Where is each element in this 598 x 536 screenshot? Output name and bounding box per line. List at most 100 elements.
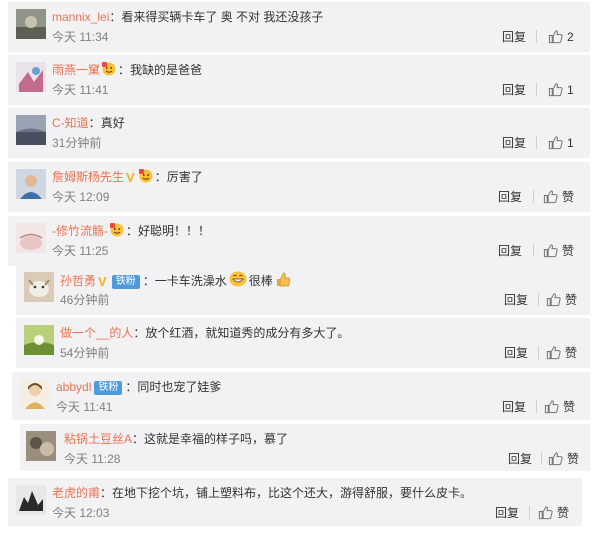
avatar[interactable] [24, 272, 54, 302]
reply-button[interactable]: 回复 [502, 135, 526, 151]
avatar[interactable] [16, 115, 46, 145]
avatar[interactable] [16, 485, 46, 515]
comment-text: 真好 [100, 116, 125, 130]
avatar[interactable] [16, 223, 46, 253]
fan-badge: 铁粉 [94, 381, 123, 395]
thumbs-up-icon [546, 345, 561, 360]
username-link[interactable]: mannix_lei [52, 10, 109, 24]
divider [541, 452, 542, 465]
like-button[interactable]: 1 [548, 134, 574, 152]
comment-item: abbydl 铁粉 ：同时也宠了娃爹 今天 11:41 回复 赞 [12, 372, 590, 420]
reply-button[interactable]: 回复 [504, 292, 528, 308]
comment-text: 这就是幸福的样子吗，慕了 [144, 432, 289, 446]
thumbs-up-icon [543, 189, 558, 204]
divider [536, 30, 537, 43]
comment-text: 一卡车洗澡水 [154, 274, 227, 288]
comment-time: 今天 11:25 [52, 244, 109, 258]
thumbs-up-icon [548, 29, 563, 44]
reply-button[interactable]: 回复 [502, 82, 526, 98]
like-label: 赞 [565, 346, 578, 360]
comment-text-tail: 很棒 [248, 274, 273, 288]
divider [536, 136, 537, 149]
reply-button[interactable]: 回复 [504, 345, 528, 361]
comment-text: 厉害了 [166, 170, 203, 184]
thumbs-up-icon [548, 82, 563, 97]
comment-time: 54分钟前 [60, 346, 110, 360]
reply-button[interactable]: 回复 [495, 505, 519, 521]
avatar[interactable] [24, 325, 54, 355]
comment-item: C-知道：真好 31分钟前 回复 1 [8, 108, 590, 158]
like-button[interactable]: 2 [548, 28, 574, 46]
divider [529, 506, 530, 519]
avatar[interactable] [20, 379, 50, 409]
like-button[interactable]: 赞 [548, 450, 579, 468]
thumbs-up-icon [548, 451, 563, 466]
divider [536, 400, 537, 413]
thumbs-up-icon [546, 292, 561, 307]
vip-v-icon: V [126, 170, 135, 185]
comment-item: 粘锅土豆丝A：这就是幸福的样子吗，慕了 今天 11:28 回复 赞 [20, 424, 590, 471]
comment-text: 在地下挖个坑，铺上塑料布，比这个还大，游得舒服，要什么皮卡。 [112, 486, 473, 500]
comment-item: -修竹流觞- ：好聪明！！！ 今天 11:25 回复 赞 [8, 216, 590, 266]
divider [536, 83, 537, 96]
like-button[interactable]: 赞 [543, 242, 574, 260]
username-link[interactable]: 雨燕一窠 [52, 63, 100, 77]
avatar[interactable] [16, 169, 46, 199]
username-link[interactable]: C-知道 [52, 116, 89, 130]
avatar[interactable] [16, 9, 46, 39]
like-button[interactable]: 赞 [546, 344, 577, 362]
username-link[interactable]: 老虎的甫 [52, 486, 100, 500]
comment-item: mannix_lei：看来得买辆卡车了 奥 不对 我还没孩子 今天 11:34 … [8, 2, 590, 52]
reply-button[interactable]: 回复 [502, 399, 526, 415]
username-link[interactable]: abbydl [56, 380, 91, 394]
thumbs-up-icon [544, 399, 559, 414]
divider [538, 293, 539, 306]
like-button[interactable]: 1 [548, 81, 574, 99]
comment-time: 今天 12:09 [52, 190, 110, 204]
like-button[interactable]: 赞 [538, 504, 569, 522]
comment-text: 好聪明！！！ [138, 224, 211, 238]
username-link[interactable]: 做一个__的人 [60, 326, 133, 340]
grin-emoji-icon [229, 271, 247, 287]
comment-time: 今天 11:34 [52, 30, 109, 44]
comment-text: 看来得买辆卡车了 奥 不对 我还没孩子 [121, 10, 324, 24]
like-count: 1 [567, 83, 574, 97]
thumbs-up-icon [548, 135, 563, 150]
comment-item: 做一个__的人：放个红酒，就知道秀的成分有多大了。 54分钟前 回复 赞 [16, 318, 590, 368]
emoji-icon [110, 223, 124, 237]
emoji-icon [102, 62, 116, 76]
like-count: 2 [567, 30, 574, 44]
avatar[interactable] [26, 431, 56, 461]
comment-text: 我缺的是爸爸 [130, 63, 203, 77]
username-link[interactable]: 孙哲勇 [60, 274, 96, 288]
emoji-icon [138, 169, 153, 183]
divider [533, 190, 534, 203]
username-link[interactable]: 粘锅土豆丝A [64, 432, 132, 446]
comment-time: 今天 11:41 [56, 400, 113, 414]
reply-button[interactable]: 回复 [502, 29, 526, 45]
username-link[interactable]: 詹姆斯杨先生 [52, 170, 124, 184]
like-label: 赞 [565, 293, 578, 307]
thumbs-up-icon [543, 243, 558, 258]
like-label: 赞 [567, 452, 580, 466]
reply-button[interactable]: 回复 [508, 451, 532, 467]
like-button[interactable]: 赞 [543, 188, 574, 206]
thumbs-up-icon [538, 505, 553, 520]
divider [538, 346, 539, 359]
comment-item: 孙哲勇 V 铁粉 ：一卡车洗澡水 很棒 46分钟前 回复 赞 [16, 265, 590, 315]
like-label: 赞 [562, 190, 575, 204]
like-label: 赞 [562, 244, 575, 258]
avatar[interactable] [16, 62, 46, 92]
reply-button[interactable]: 回复 [498, 189, 522, 205]
thumbs-up-emoji-icon [275, 271, 291, 287]
comment-item: 老虎的甫：在地下挖个坑，铺上塑料布，比这个还大，游得舒服，要什么皮卡。 今天 1… [8, 478, 582, 526]
like-button[interactable]: 赞 [544, 398, 575, 416]
like-label: 赞 [563, 400, 576, 414]
username-link[interactable]: -修竹流觞- [52, 224, 108, 238]
comment-item: 雨燕一窠 ：我缺的是爸爸 今天 11:41 回复 1 [8, 55, 590, 105]
like-button[interactable]: 赞 [546, 291, 577, 309]
reply-button[interactable]: 回复 [498, 243, 522, 259]
like-label: 赞 [557, 506, 570, 520]
divider [533, 244, 534, 257]
comment-time: 31分钟前 [52, 136, 102, 150]
